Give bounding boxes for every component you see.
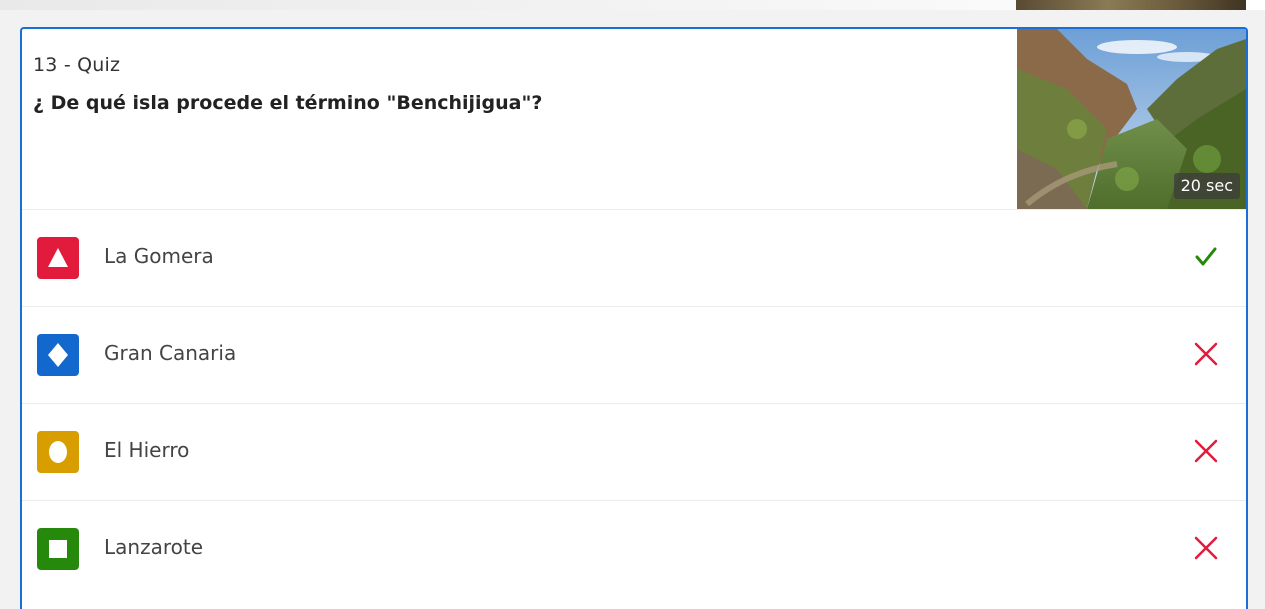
answer-label: La Gomera — [104, 244, 214, 268]
cross-icon — [1190, 532, 1222, 564]
checkmark-icon — [1190, 241, 1222, 273]
question-number: 13 - Quiz — [33, 54, 121, 76]
triangle-icon — [48, 248, 68, 267]
time-limit-badge: 20 sec — [1173, 173, 1240, 199]
answer-label: El Hierro — [104, 438, 190, 462]
question-image: 20 sec — [1017, 29, 1246, 209]
answer-row[interactable]: Gran Canaria — [22, 307, 1246, 404]
diamond-icon — [48, 343, 68, 367]
answer-row[interactable]: Lanzarote — [22, 501, 1246, 597]
square-icon — [49, 540, 67, 558]
answer-label: Lanzarote — [104, 535, 203, 559]
cross-icon — [1190, 338, 1222, 370]
answer-shape-tile — [37, 431, 79, 473]
circle-icon — [49, 441, 67, 463]
previous-question-image-edge — [1016, 0, 1246, 10]
answer-shape-tile — [37, 528, 79, 570]
answer-row[interactable]: El Hierro — [22, 404, 1246, 501]
answer-label: Gran Canaria — [104, 341, 237, 365]
answer-shape-tile — [37, 334, 79, 376]
question-header: 13 - Quiz ¿ De qué isla procede el térmi… — [22, 29, 1246, 210]
question-card[interactable]: 13 - Quiz ¿ De qué isla procede el térmi… — [20, 27, 1248, 609]
answer-shape-tile — [37, 237, 79, 279]
question-text: ¿ De qué isla procede el término "Benchi… — [33, 92, 543, 114]
answer-row[interactable]: La Gomera — [22, 210, 1246, 307]
cross-icon — [1190, 435, 1222, 467]
